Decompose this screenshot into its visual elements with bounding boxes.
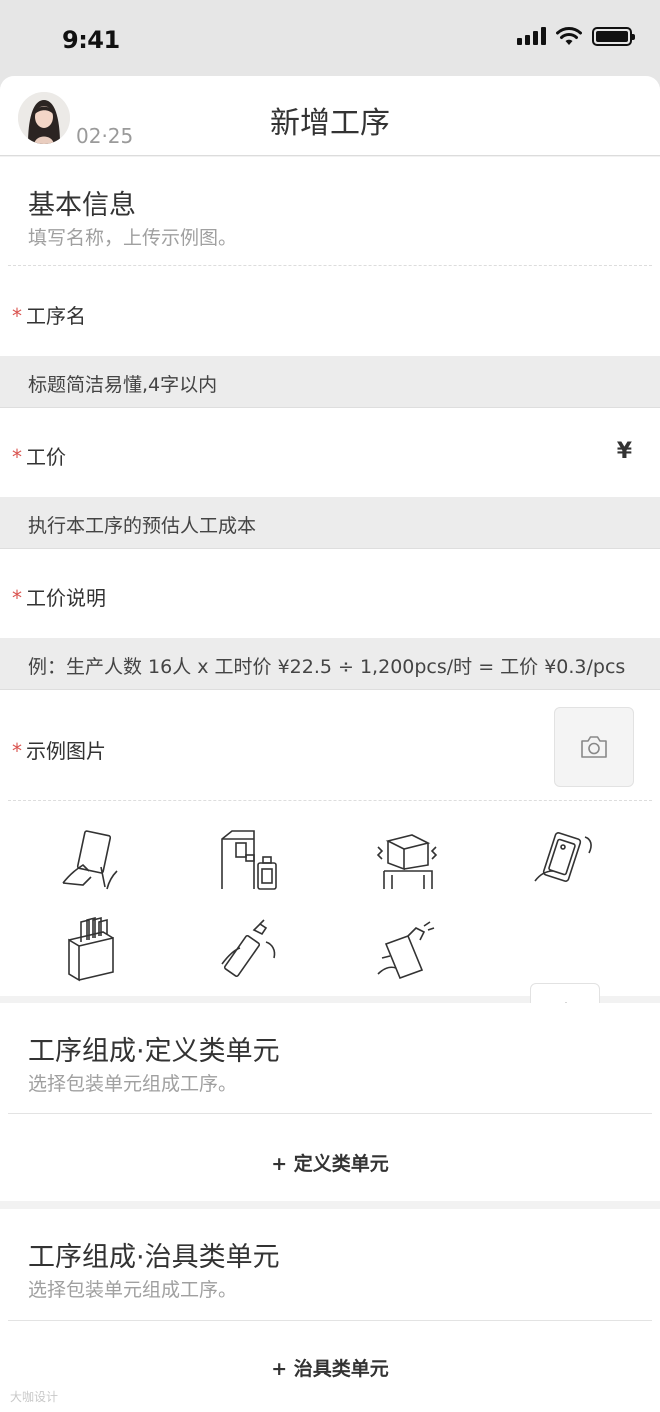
nav-bar: 02·25 新增工序 (0, 76, 660, 156)
currency-symbol: ¥ (616, 439, 632, 464)
example-images-field: * 示例图片 (0, 690, 660, 1053)
status-time: 9:41 (62, 26, 120, 54)
example-thumbnail[interactable] (370, 823, 444, 897)
define-units-section: 工序组成·定义类单元 选择包装单元组成工序。 + 定义类单元 (0, 1003, 660, 1201)
field-label-text: 示例图片 (26, 739, 106, 763)
divider (8, 1113, 652, 1114)
hands-card-icon (62, 830, 118, 890)
field-label-text: 工序名 (26, 304, 86, 328)
process-name-field[interactable]: * 工序名 (0, 266, 660, 356)
camera-button[interactable] (554, 707, 634, 787)
divider (8, 1320, 652, 1321)
required-mark: * (12, 739, 22, 763)
field-label: * 工序名 (12, 300, 86, 329)
field-hint-text: 例：生产人数 16人 x 工时价 ¥22.5 ÷ 1,200pcs/时 = 工价… (28, 656, 626, 678)
example-thumbnail[interactable] (55, 823, 129, 897)
field-label: * 工价 (12, 441, 66, 470)
price-note-field[interactable]: * 工价说明 (0, 549, 660, 638)
section-title: 工序组成·定义类单元 (28, 1036, 280, 1067)
required-mark: * (12, 445, 22, 469)
status-icons (517, 26, 635, 46)
fixture-units-section: 工序组成·治具类单元 选择包装单元组成工序。 + 治具类单元 (0, 1209, 660, 1412)
cellular-signal-icon (517, 27, 546, 45)
basic-info-section: 基本信息 填写名称，上传示例图。 (0, 157, 660, 266)
example-thumbnail[interactable] (55, 912, 129, 986)
section-subtitle: 选择包装单元组成工序。 (28, 1073, 238, 1095)
field-hint-text: 标题简洁易懂,4字以内 (28, 374, 218, 396)
battery-icon (592, 26, 635, 46)
section-subtitle: 填写名称，上传示例图。 (28, 227, 238, 249)
hand-spray-package-icon (377, 921, 435, 980)
section-title: 工序组成·治具类单元 (28, 1242, 280, 1273)
form-sheet: 02·25 新增工序 基本信息 填写名称，上传示例图。 * 工序名 标题简洁易懂,… (0, 76, 660, 1412)
add-fixture-unit-button[interactable]: + 治具类单元 (0, 1354, 660, 1381)
field-hint: 例：生产人数 16人 x 工时价 ¥22.5 ÷ 1,200pcs/时 = 工价… (0, 638, 660, 690)
hand-phone-case-icon (534, 832, 592, 882)
example-thumbnail[interactable] (370, 912, 444, 986)
add-define-unit-button[interactable]: + 定义类单元 (0, 1149, 660, 1176)
field-hint: 执行本工序的预估人工成本 (0, 497, 660, 549)
field-label: * 示例图片 (12, 735, 106, 764)
example-thumbnail[interactable] (212, 912, 286, 986)
field-label-text: 工价说明 (26, 586, 106, 610)
example-thumbnail[interactable] (527, 823, 601, 897)
required-mark: * (12, 304, 22, 328)
section-subtitle: 选择包装单元组成工序。 (28, 1279, 238, 1301)
divider (8, 800, 652, 801)
machine-bottle-icon (221, 830, 277, 890)
camera-icon (581, 736, 607, 758)
example-thumbnail[interactable] (212, 823, 286, 897)
wifi-icon (556, 27, 582, 45)
hand-spray-bottle-icon (221, 919, 276, 977)
required-mark: * (12, 586, 22, 610)
field-hint: 标题简洁易懂,4字以内 (0, 356, 660, 408)
status-bar: 9:41 (0, 0, 660, 76)
section-title: 基本信息 (28, 190, 136, 221)
field-label-text: 工价 (26, 445, 66, 469)
watermark: 大咖设计 (10, 1390, 59, 1404)
page-title: 新增工序 (270, 106, 390, 141)
box-on-stand-icon (376, 834, 438, 889)
field-label: * 工价说明 (12, 582, 106, 611)
price-field[interactable]: * 工价 ¥ (0, 408, 660, 497)
card-rack-icon (68, 916, 114, 982)
field-hint-text: 执行本工序的预估人工成本 (28, 515, 257, 537)
